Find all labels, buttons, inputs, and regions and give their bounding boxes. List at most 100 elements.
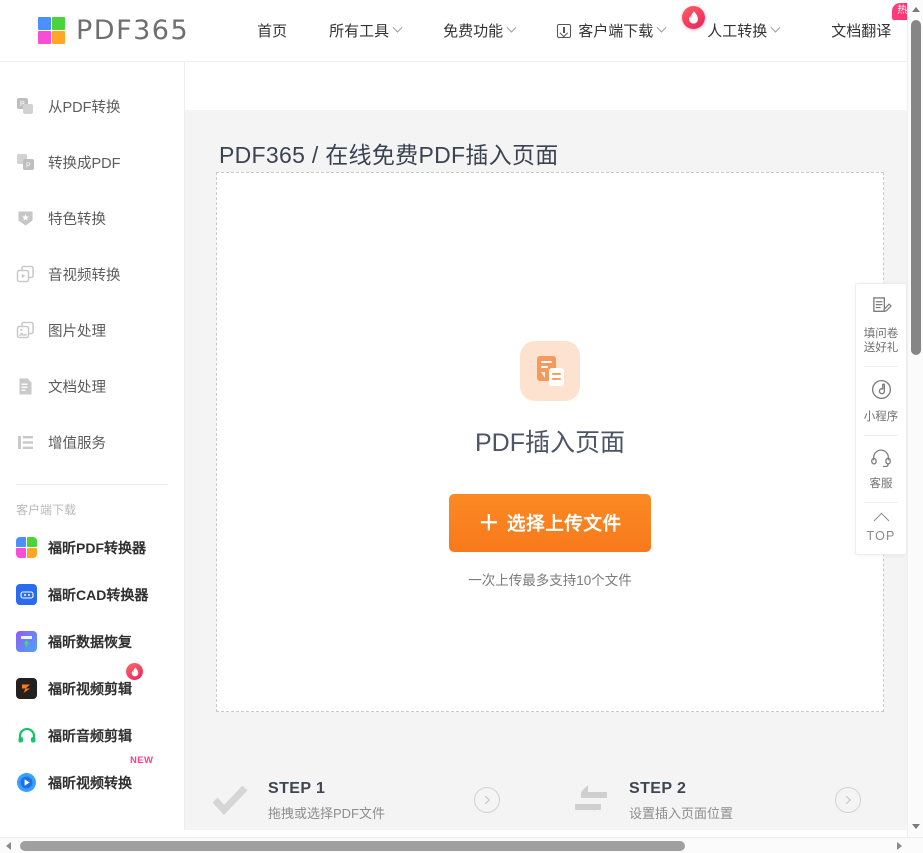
nav-item-home[interactable]: 首页: [243, 0, 301, 61]
chevron-down-icon: [392, 22, 403, 33]
select-upload-file-button[interactable]: ＋ 选择上传文件: [449, 494, 651, 552]
scroll-left-arrow-icon[interactable]: [6, 842, 11, 850]
chevron-down-icon: [770, 22, 781, 33]
svg-text:P: P: [26, 162, 31, 169]
sidebar-item-value-added[interactable]: 增值服务: [0, 414, 184, 470]
sidebar-download-label: 福昕数据恢复: [48, 633, 132, 650]
swap-arrows-icon: [571, 781, 611, 821]
sidebar-item-label: 从PDF转换: [48, 99, 121, 116]
sidebar-item-label: 文档处理: [48, 379, 106, 396]
sidebar-item-label: 音视频转换: [48, 267, 121, 284]
horizontal-scrollbar[interactable]: [0, 837, 923, 853]
check-icon: [210, 781, 250, 821]
sidebar-item-from-pdf[interactable]: P 从PDF转换: [0, 78, 184, 134]
sidebar-download-label: 福昕PDF转换器: [48, 539, 146, 556]
step-desc: 拖拽或选择PDF文件: [268, 806, 386, 821]
nav-item-manual-conversion[interactable]: 人工转换: [682, 0, 793, 61]
sidebar-item-featured[interactable]: 特色转换: [0, 190, 184, 246]
float-item-support[interactable]: 客服: [856, 436, 906, 502]
float-item-miniprogram[interactable]: 小程序: [856, 367, 906, 435]
nav-label: 所有工具: [329, 23, 390, 40]
fire-icon: [682, 6, 706, 29]
nav-item-client-download[interactable]: 客户端下载: [543, 0, 679, 61]
foxit-recovery-icon: [16, 631, 37, 652]
dropzone-hint: 一次上传最多支持10个文件: [468, 573, 632, 588]
step-1: STEP 1 拖拽或选择PDF文件: [185, 780, 546, 822]
logo-text: PDF365: [76, 15, 190, 46]
foxit-audio-edit-icon: [16, 725, 37, 746]
vertical-scrollbar-thumb[interactable]: [911, 20, 921, 355]
plus-icon: ＋: [478, 511, 500, 535]
scroll-right-arrow-icon[interactable]: [897, 842, 902, 850]
step-arrow-icon: [835, 787, 861, 813]
float-item-survey[interactable]: 填问卷 送好礼: [856, 284, 906, 366]
float-item-label: 填问卷 送好礼: [863, 328, 899, 354]
sidebar-download-foxit-video-edit[interactable]: 福昕视频剪辑: [0, 663, 184, 712]
nav-item-free-features[interactable]: 免费功能: [429, 0, 529, 61]
sidebar-download-foxit-recovery[interactable]: 福昕数据恢复: [0, 618, 184, 665]
sidebar-download-foxit-cad[interactable]: 福昕CAD转换器: [0, 571, 184, 618]
float-item-label: 客服: [869, 478, 893, 490]
site-logo[interactable]: PDF365: [38, 15, 189, 46]
step-desc: 设置插入页面位置: [629, 806, 734, 821]
sidebar-item-doc-tools[interactable]: 文档处理: [0, 358, 184, 414]
floating-toolbar: 填问卷 送好礼 小程序 客服 TOP: [855, 283, 907, 555]
nav-label: 免费功能: [443, 23, 504, 40]
sidebar-item-image-tools[interactable]: 图片处理: [0, 302, 184, 358]
survey-icon: [871, 296, 892, 322]
float-item-label: 小程序: [863, 411, 899, 423]
scroll-up-arrow-icon[interactable]: [912, 7, 920, 12]
pdf-insert-page-icon: [520, 341, 580, 401]
nav-label: 人工转换: [707, 23, 768, 40]
sidebar-item-label: 转换成PDF: [48, 155, 121, 172]
chevron-up-icon: [873, 512, 889, 529]
from-pdf-icon: P: [16, 97, 35, 116]
nav-label: 首页: [257, 23, 288, 40]
step-name: STEP 2: [629, 780, 687, 797]
sidebar-download-label: 福昕音频剪辑: [48, 727, 132, 744]
vertical-scrollbar[interactable]: [907, 0, 923, 853]
sidebar-section-title: 客户端下载: [16, 503, 77, 517]
sidebar-item-to-pdf[interactable]: P 转换成PDF: [0, 134, 184, 190]
foxit-video-edit-icon: [16, 678, 37, 699]
file-dropzone[interactable]: PDF插入页面 ＋ 选择上传文件 一次上传最多支持10个文件: [216, 172, 884, 712]
browser-viewport: PDF365 首页 所有工具 免费功能 客户端下载 人工转换 文档翻译 P 从P…: [0, 0, 923, 853]
nav-item-doc-translate[interactable]: 文档翻译 热门: [817, 0, 923, 61]
foxit-video-convert-icon: [16, 772, 37, 793]
step-arrow-icon: [474, 787, 500, 813]
sidebar-download-foxit-video-convert[interactable]: 福昕视频转换 NEW: [0, 755, 184, 806]
document-icon: [16, 377, 35, 396]
sidebar-download-foxit-audio-edit[interactable]: 福昕音频剪辑: [0, 712, 184, 759]
sidebar-item-media-convert[interactable]: 音视频转换: [0, 246, 184, 302]
chevron-down-icon: [656, 22, 667, 33]
sidebar-download-label: 福昕CAD转换器: [48, 586, 149, 603]
upload-button-label: 选择上传文件: [507, 513, 622, 534]
site-header: PDF365 首页 所有工具 免费功能 客户端下载 人工转换 文档翻译: [0, 0, 923, 62]
list-icon: [16, 433, 35, 452]
main-content: PDF365 / 在线免费PDF插入页面 PDF插入页面 ＋ 选择上传文件 一次…: [185, 62, 907, 830]
scroll-down-arrow-icon[interactable]: [912, 824, 920, 829]
media-icon: [16, 265, 35, 284]
step-name: STEP 1: [268, 780, 326, 797]
nav-item-all-tools[interactable]: 所有工具: [315, 0, 415, 61]
sidebar: P 从PDF转换 P 转换成PDF 特色转换 音视频转换 图片处理 文档处理 增…: [0, 62, 185, 830]
foxit-pdf-icon: [16, 537, 37, 558]
image-icon: [16, 321, 35, 340]
headset-icon: [870, 448, 892, 472]
back-to-top-button[interactable]: TOP: [856, 503, 906, 554]
foxit-cad-icon: [16, 584, 37, 605]
horizontal-scrollbar-thumb[interactable]: [20, 841, 685, 851]
steps-bar: STEP 1 拖拽或选择PDF文件 STEP 2 设置插入页面位置: [185, 752, 907, 830]
sidebar-download-label: 福昕视频转换: [48, 774, 132, 791]
nav-label: 客户端下载: [578, 23, 654, 40]
status-badge-new: NEW: [130, 755, 154, 766]
logo-grid-icon: [38, 17, 65, 44]
miniprogram-icon: [871, 379, 892, 405]
download-icon: [557, 23, 572, 38]
page-title: PDF365 / 在线免费PDF插入页面: [219, 142, 559, 168]
chevron-down-icon: [506, 22, 517, 33]
sidebar-item-label: 图片处理: [48, 323, 106, 340]
sidebar-download-label: 福昕视频剪辑: [48, 680, 132, 697]
star-shield-icon: [16, 209, 35, 228]
sidebar-download-foxit-pdf[interactable]: 福昕PDF转换器: [0, 524, 184, 571]
